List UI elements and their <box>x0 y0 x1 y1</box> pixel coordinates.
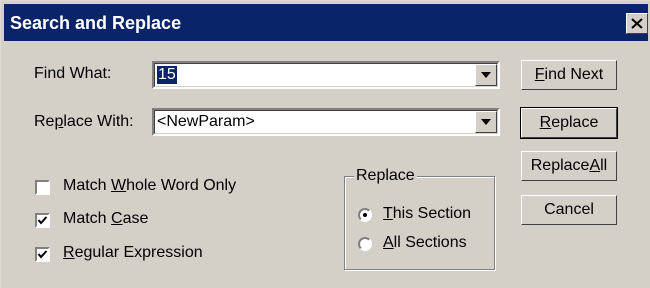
replace-scope-legend: Replace <box>354 167 417 185</box>
title-bar: Search and Replace <box>4 4 648 41</box>
replace-with-dropdown-button[interactable] <box>475 111 497 133</box>
cancel-button[interactable]: Cancel <box>521 195 617 225</box>
replace-with-combobox[interactable]: <NewParam> <box>152 108 500 136</box>
replace-button[interactable]: Replace <box>520 107 618 139</box>
find-what-label: Find What: <box>34 65 112 82</box>
replace-scope-group <box>344 176 495 270</box>
match-whole-word-checkbox[interactable] <box>35 180 50 195</box>
regular-expression-label[interactable]: Regular Expression <box>63 244 203 262</box>
dialog-title: Search and Replace <box>10 13 182 33</box>
match-case-label[interactable]: Match Case <box>63 210 148 228</box>
checkmark-icon <box>37 216 48 225</box>
replace-all-button[interactable]: Replace All <box>521 151 617 181</box>
find-what-combobox[interactable]: 15 <box>152 61 500 89</box>
checkmark-icon <box>37 250 48 259</box>
regular-expression-checkbox[interactable] <box>35 247 50 262</box>
all-sections-label[interactable]: All Sections <box>383 234 467 252</box>
close-button[interactable] <box>626 13 648 34</box>
replace-with-value[interactable]: <NewParam> <box>157 113 255 131</box>
find-what-value[interactable]: 15 <box>157 66 177 84</box>
close-icon <box>631 18 643 29</box>
chevron-down-icon <box>481 72 491 78</box>
match-case-checkbox[interactable] <box>35 213 50 228</box>
all-sections-radio[interactable] <box>358 237 372 251</box>
this-section-label[interactable]: This Section <box>383 205 471 223</box>
this-section-radio[interactable] <box>358 208 372 222</box>
match-whole-word-label[interactable]: Match Whole Word Only <box>63 177 236 195</box>
chevron-down-icon <box>481 119 491 125</box>
replace-with-label: Replace With: <box>34 113 134 130</box>
find-what-dropdown-button[interactable] <box>475 64 497 86</box>
search-replace-dialog: Search and Replace Find What: 15 Replace… <box>0 0 650 288</box>
find-next-button[interactable]: Find Next <box>521 60 617 90</box>
